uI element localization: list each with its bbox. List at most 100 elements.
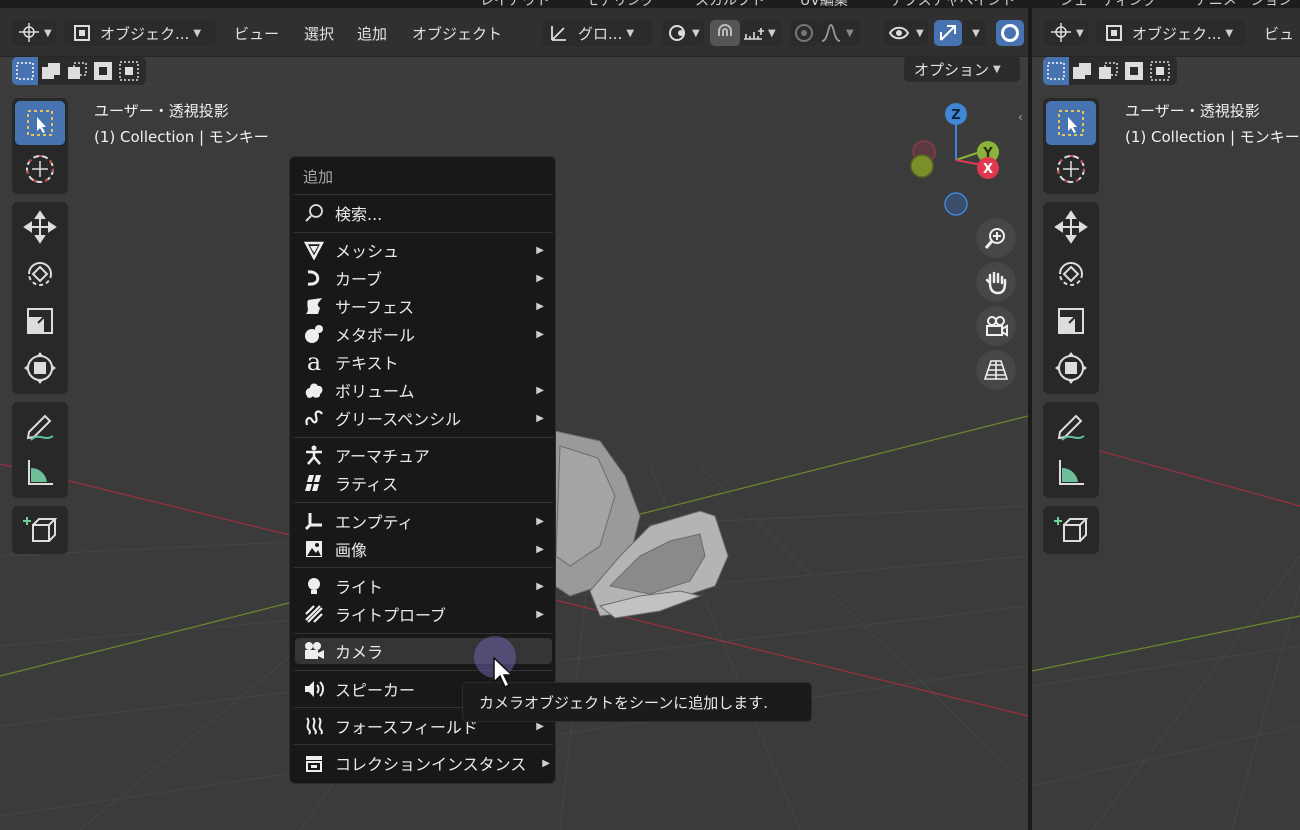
submenu-arrow-icon: ▶: [536, 412, 544, 424]
menu-item-collection-instance[interactable]: コレクションインスタンス ▶: [295, 750, 552, 776]
menu-item-label: フォースフィールド: [335, 718, 478, 737]
move-icon: [1054, 210, 1088, 244]
scale-icon: [27, 308, 53, 334]
measure-tool[interactable]: [15, 451, 65, 495]
overlay-toggle[interactable]: [996, 20, 1024, 46]
transform-orientation-select[interactable]: グロ... ▼: [542, 20, 652, 46]
move-tool[interactable]: [15, 205, 65, 249]
snap-target-select[interactable]: ▼: [740, 20, 782, 46]
menu-item-metaball[interactable]: メタボール ▶: [295, 321, 552, 347]
select-invert-button[interactable]: [1121, 57, 1147, 85]
menu-item-lattice[interactable]: ラティス: [295, 470, 552, 496]
menu-item-mesh[interactable]: メッシュ ▶: [295, 237, 552, 263]
rotate-tool[interactable]: [1046, 252, 1096, 296]
tab-texture-paint[interactable]: テクスチャペイント: [890, 0, 1015, 8]
tab-sculpt[interactable]: スカルプト: [695, 0, 765, 8]
menu-item-curve[interactable]: カーブ ▶: [295, 265, 552, 291]
annotate-tool[interactable]: [15, 405, 65, 449]
submenu-arrow-icon: ▶: [542, 757, 550, 769]
menu-view[interactable]: ビュー: [234, 20, 279, 46]
visibility-select[interactable]: ▼: [884, 20, 928, 46]
zoom-button[interactable]: [976, 218, 1016, 258]
menu-item-label: エンプティ: [335, 513, 414, 532]
add-cube-tool-group: [12, 506, 68, 554]
menu-view[interactable]: ビュ: [1264, 20, 1294, 46]
select-box-tool[interactable]: [1046, 101, 1096, 145]
snap-toggle[interactable]: [710, 20, 740, 46]
gizmo-toggle[interactable]: [934, 20, 962, 46]
pan-button[interactable]: [976, 262, 1016, 302]
scale-tool[interactable]: [1046, 299, 1096, 343]
menu-search-label: 検索...: [335, 205, 383, 224]
chevron-down-icon: ▼: [626, 27, 635, 39]
menu-item-light-probe[interactable]: ライトプローブ ▶: [295, 601, 552, 627]
proportional-edit-toggle[interactable]: [790, 20, 818, 46]
menu-select[interactable]: 選択: [304, 20, 334, 46]
add-cube-tool[interactable]: [15, 508, 65, 552]
select-subtract-button[interactable]: [64, 57, 90, 85]
select-intersect-button[interactable]: [116, 57, 142, 85]
chevron-down-icon: ▼: [692, 27, 700, 39]
cursor-tool[interactable]: [1046, 147, 1096, 191]
transform-tool[interactable]: [15, 346, 65, 390]
rotate-tool[interactable]: [15, 252, 65, 296]
menu-item-text[interactable]: a テキスト: [295, 348, 552, 376]
add-cube-tool[interactable]: [1046, 508, 1096, 552]
menu-search[interactable]: 検索...: [295, 200, 552, 226]
menu-item-image[interactable]: 画像 ▶: [295, 536, 552, 562]
measure-tool[interactable]: [1046, 451, 1096, 495]
select-box-icon: [1058, 110, 1084, 136]
annotate-tool[interactable]: [1046, 405, 1096, 449]
collection-instance-icon: [306, 756, 322, 772]
mode-label: オブジェク...: [1132, 24, 1222, 43]
select-subtract-button[interactable]: [1095, 57, 1121, 85]
curve-icon: [307, 270, 320, 286]
menu-item-light[interactable]: ライト ▶: [295, 573, 552, 599]
tab-modeling[interactable]: モデリング: [585, 0, 655, 8]
tab-uv-editing[interactable]: UV編集: [800, 0, 848, 8]
gizmo-options[interactable]: ▼: [962, 20, 986, 46]
menu-item-label: サーフェス: [335, 298, 415, 317]
transform-tool[interactable]: [1046, 346, 1096, 390]
cursor-tool[interactable]: [15, 147, 65, 191]
menu-item-label: メタボール: [335, 326, 416, 345]
menu-add[interactable]: 追加: [357, 20, 387, 46]
select-intersect-button[interactable]: [1147, 57, 1173, 85]
pivot-point-select[interactable]: ▼: [662, 20, 704, 46]
collapse-sidebar-icon[interactable]: ‹: [1018, 110, 1023, 124]
menu-item-volume[interactable]: ボリューム ▶: [295, 377, 552, 403]
object-mode-icon: [74, 25, 90, 41]
navigation-gizmo[interactable]: Z Y X: [906, 102, 1016, 222]
mode-select[interactable]: オブジェク... ▼: [1096, 20, 1246, 46]
select-new-button[interactable]: [12, 57, 38, 85]
force-field-icon: [306, 717, 323, 735]
select-box-tool[interactable]: [15, 101, 65, 145]
ortho-toggle-button[interactable]: [976, 350, 1016, 390]
select-new-button[interactable]: [1043, 57, 1069, 85]
menu-item-label: コレクションインスタンス: [335, 755, 527, 774]
scale-tool[interactable]: [15, 299, 65, 343]
chevron-down-icon: ▼: [44, 27, 52, 39]
menu-item-surface[interactable]: サーフェス ▶: [295, 293, 552, 319]
editor-type-icon: [19, 23, 39, 42]
menu-item-empty[interactable]: エンプティ ▶: [295, 508, 552, 534]
editor-type-button[interactable]: ▼: [1044, 20, 1088, 46]
editor-type-button[interactable]: ▼: [12, 20, 56, 46]
falloff-select[interactable]: ▼: [818, 20, 860, 46]
select-extend-button[interactable]: [1069, 57, 1095, 85]
tab-animation[interactable]: アニメーション: [1195, 0, 1292, 8]
menu-object[interactable]: オブジェクト: [412, 20, 502, 46]
collection-info-label: (1) Collection | モンキー: [1125, 128, 1300, 146]
select-extend-button[interactable]: [38, 57, 64, 85]
viewport-right[interactable]: ユーザー・透視投影 (1) Collection | モンキー: [1032, 86, 1300, 830]
select-invert-button[interactable]: [90, 57, 116, 85]
mode-select[interactable]: オブジェク... ▼: [64, 20, 216, 46]
tab-layout[interactable]: レイアウト: [480, 0, 550, 8]
options-dropdown[interactable]: オプション ▼: [904, 56, 1020, 82]
menu-item-grease-pencil[interactable]: グリースペンシル ▶: [295, 405, 552, 431]
menu-item-label: ライトプローブ: [335, 606, 447, 625]
camera-view-button[interactable]: [976, 306, 1016, 346]
menu-item-armature[interactable]: アーマチュア: [295, 442, 552, 468]
tab-shading[interactable]: シェーディング: [1060, 0, 1157, 8]
move-tool[interactable]: [1046, 205, 1096, 249]
